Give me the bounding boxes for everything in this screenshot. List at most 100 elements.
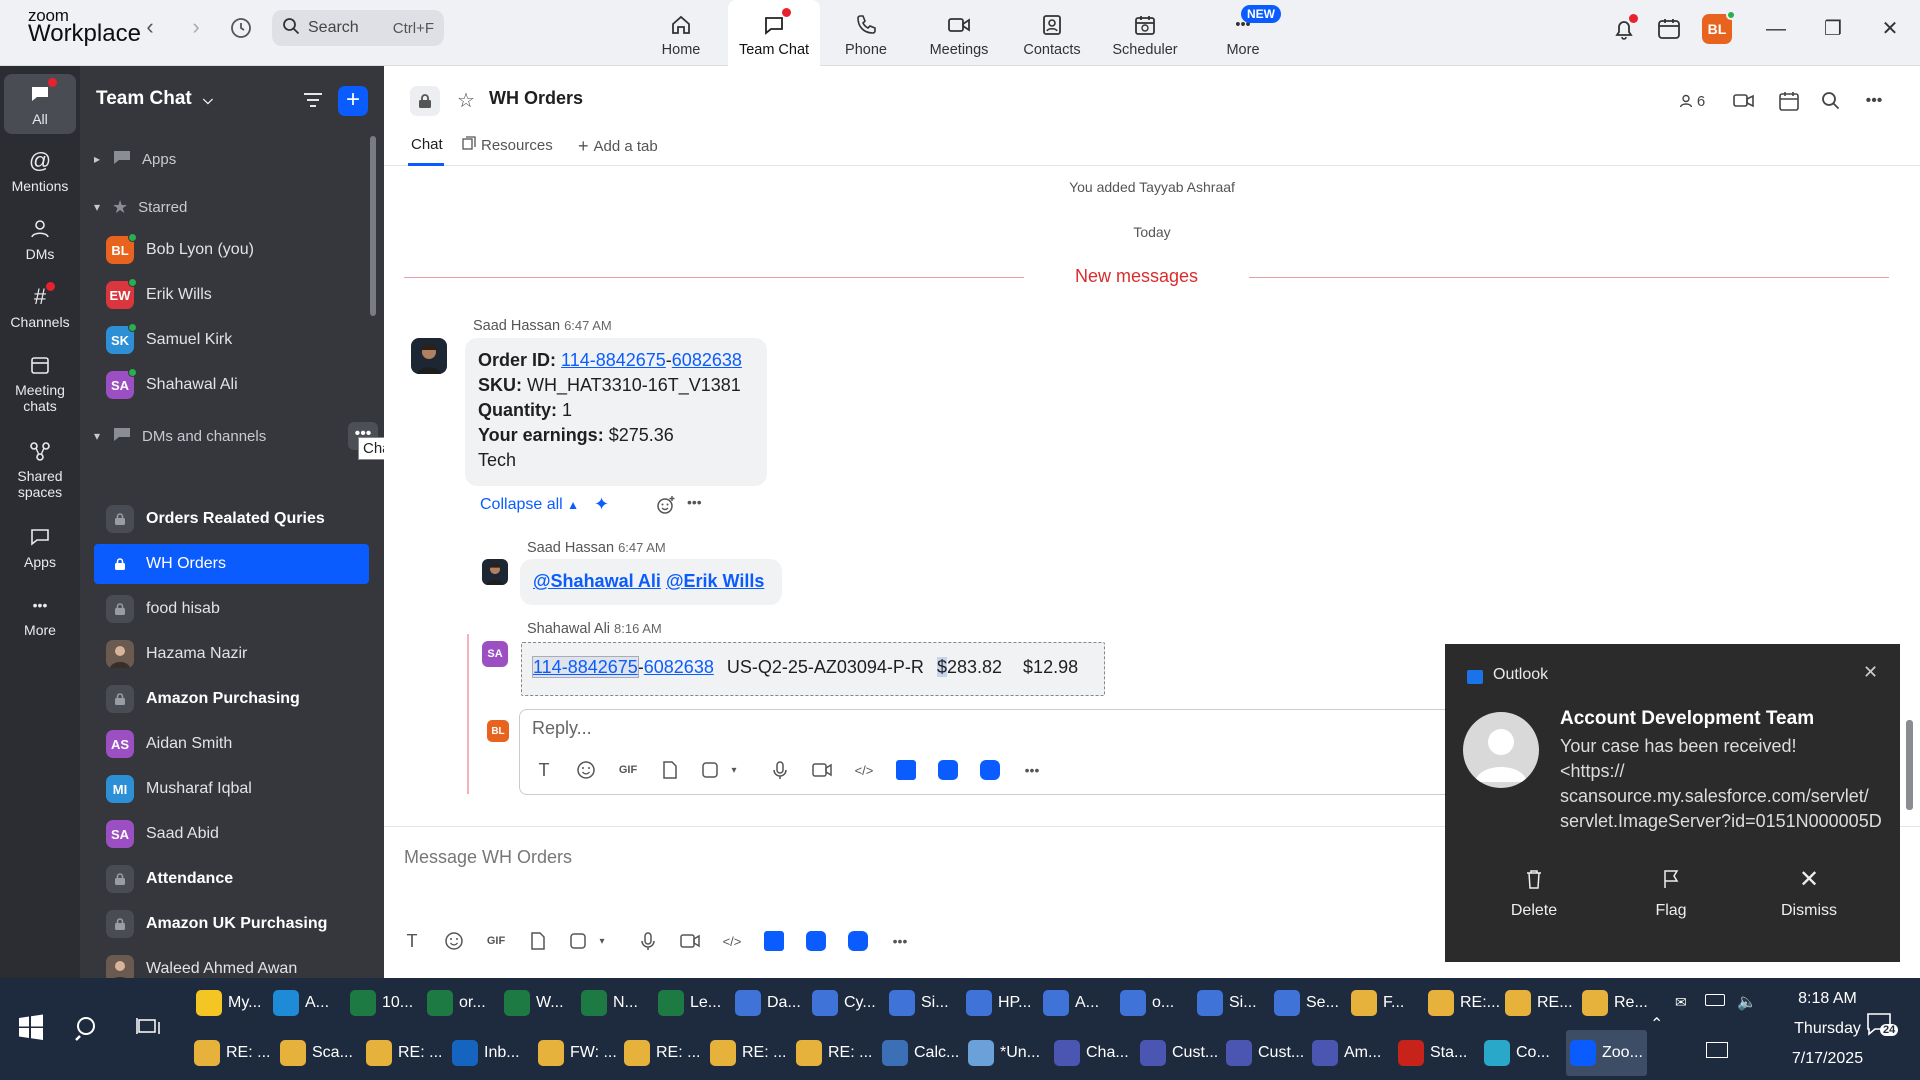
outlook-notification[interactable]: Outlook ✕ Account Development Team Your … [1445, 644, 1900, 962]
tab-add[interactable]: + Add a tab [578, 136, 658, 157]
nav-contacts[interactable]: Contacts [1006, 0, 1098, 66]
taskbar-app-button[interactable]: o... [1116, 980, 1178, 1026]
notifications-bell-icon[interactable] [1611, 14, 1639, 44]
app-icon[interactable] [844, 927, 872, 955]
taskbar-app-button[interactable]: My... [192, 980, 265, 1026]
mention[interactable]: @Shahawal Ali [533, 571, 661, 591]
file-icon[interactable] [524, 927, 552, 955]
taskbar-app-button[interactable]: W... [500, 980, 568, 1026]
rail-channels[interactable]: # Channels [4, 282, 76, 330]
dismiss-button[interactable]: ✕ Dismiss [1759, 866, 1859, 920]
taskbar-app-button[interactable]: Cha... [1050, 1030, 1133, 1076]
microphone-icon[interactable] [634, 927, 662, 955]
taskbar-app-button[interactable]: A... [1039, 980, 1103, 1026]
taskbar-app-button[interactable]: A... [269, 980, 333, 1026]
sidebar-item-starred[interactable]: SA Shahawal Ali [94, 365, 369, 405]
more-options-icon[interactable]: ••• [1018, 756, 1046, 784]
search-box[interactable]: Search Ctrl+F [272, 10, 444, 46]
rail-more[interactable]: ••• More [4, 592, 76, 638]
tab-chat[interactable]: Chat [411, 136, 443, 153]
taskbar-app-button[interactable]: Le... [654, 980, 725, 1026]
sidebar-scrollbar[interactable] [370, 136, 376, 316]
video-message-icon[interactable] [676, 927, 704, 955]
taskbar-app-button[interactable]: Sca... [276, 1030, 357, 1076]
taskbar-app-button[interactable]: Si... [1193, 980, 1261, 1026]
taskbar-app-button[interactable]: Cust... [1222, 1030, 1308, 1076]
chat-scrollbar[interactable] [1906, 720, 1913, 810]
order-link[interactable]: 114-8842675 [561, 350, 666, 370]
text-format-icon[interactable]: T [398, 927, 426, 955]
app-icon[interactable] [760, 927, 788, 955]
search-icon[interactable] [1816, 86, 1846, 116]
taskbar-app-button[interactable]: Co... [1480, 1030, 1554, 1076]
back-arrow-icon[interactable]: ‹ [136, 14, 164, 42]
more-options-icon[interactable]: ••• [687, 494, 702, 510]
ai-sparkle-icon[interactable]: ✦ [594, 494, 609, 515]
app-icon[interactable] [802, 927, 830, 955]
taskbar-app-button[interactable]: RE: ... [706, 1030, 790, 1076]
add-reaction-icon[interactable] [655, 494, 677, 516]
emoji-icon[interactable] [572, 756, 600, 784]
nav-meetings[interactable]: Meetings [913, 0, 1005, 66]
nav-more[interactable]: ••• More NEW [1197, 0, 1289, 66]
taskbar-app-button[interactable]: Inb... [448, 1030, 524, 1076]
windows-start-icon[interactable] [18, 1014, 46, 1042]
file-icon[interactable] [656, 756, 684, 784]
volume-icon[interactable]: 🔈 [1737, 992, 1757, 1012]
reply-box[interactable]: Reply... T GIF ▾ </> ••• [519, 709, 1549, 795]
order-link[interactable]: 114-8842675 [532, 656, 639, 678]
avatar[interactable]: SA [482, 641, 508, 667]
sidebar-item-channel[interactable]: WH Orders [94, 544, 369, 584]
sidebar-section-dms[interactable]: ▾ DMs and channels ••• [94, 421, 378, 451]
taskbar-app-button[interactable]: *Un... [964, 1030, 1044, 1076]
nav-home[interactable]: Home [635, 0, 727, 66]
sidebar-title[interactable]: Team Chat ⌵ [96, 88, 213, 110]
taskbar-app-button[interactable]: 10... [346, 980, 417, 1026]
star-outline-icon[interactable]: ☆ [457, 88, 475, 113]
more-options-icon[interactable]: ••• [1859, 86, 1889, 116]
taskbar-app-button[interactable]: Zoo... [1566, 1030, 1647, 1076]
taskbar-app-button[interactable]: RE: ... [362, 1030, 446, 1076]
sidebar-item-starred[interactable]: EW Erik Wills [94, 275, 369, 315]
sidebar-item-channel[interactable]: food hisab [94, 589, 369, 629]
taskbar-app-button[interactable]: or... [423, 980, 490, 1026]
text-format-icon[interactable]: T [530, 756, 558, 784]
sidebar-item-channel[interactable]: Waleed Ahmed Awan [94, 949, 369, 978]
delete-button[interactable]: Delete [1484, 866, 1584, 920]
channel-title[interactable]: WH Orders [489, 88, 583, 109]
taskbar-app-button[interactable]: HP... [962, 980, 1036, 1026]
taskbar-app-button[interactable]: Cy... [808, 980, 880, 1026]
profile-avatar[interactable]: BL [1702, 10, 1736, 44]
new-chat-plus-icon[interactable]: + [338, 86, 368, 116]
network-icon[interactable] [1706, 1042, 1728, 1058]
sidebar-item-channel[interactable]: Amazon Purchasing [94, 679, 369, 719]
rail-shared-spaces[interactable]: Shared spaces [4, 438, 76, 500]
taskbar-app-button[interactable]: RE:... [1424, 980, 1504, 1026]
app-icon[interactable] [892, 756, 920, 784]
taskbar-app-button[interactable]: RE... [1501, 980, 1577, 1026]
order-link[interactable]: 6082638 [672, 350, 742, 370]
rail-all[interactable]: All [4, 74, 76, 134]
nav-phone[interactable]: Phone [820, 0, 912, 66]
sidebar-item-channel[interactable]: MI Musharaf Iqbal [94, 769, 369, 809]
taskbar-app-button[interactable]: N... [577, 980, 642, 1026]
taskbar-app-button[interactable]: Se... [1270, 980, 1343, 1026]
sidebar-item-channel[interactable]: Attendance [94, 859, 369, 899]
order-link[interactable]: 6082638 [644, 657, 714, 677]
taskbar-app-button[interactable]: FW: ... [534, 1030, 621, 1076]
app-icon[interactable] [976, 756, 1004, 784]
chevron-up-icon[interactable]: ⌃ [1650, 1014, 1663, 1034]
video-message-icon[interactable] [808, 756, 836, 784]
task-view-icon[interactable] [136, 1016, 162, 1040]
chevron-down-icon[interactable]: ▾ [720, 756, 748, 784]
message-bubble[interactable]: @Shahawal Ali @Erik Wills [520, 559, 782, 605]
app-icon[interactable] [934, 756, 962, 784]
message-bubble[interactable]: 114-8842675-6082638 US-Q2-25-AZ03094-P-R… [521, 642, 1105, 696]
reply-input[interactable]: Reply... [532, 718, 592, 739]
gif-icon[interactable]: GIF [614, 756, 642, 784]
close-icon[interactable]: ✕ [1872, 14, 1908, 44]
emoji-icon[interactable] [440, 927, 468, 955]
calendar-icon[interactable] [1656, 16, 1684, 44]
taskbar-app-button[interactable]: Re... [1578, 980, 1652, 1026]
sidebar-item-channel[interactable]: AS Aidan Smith [94, 724, 369, 764]
